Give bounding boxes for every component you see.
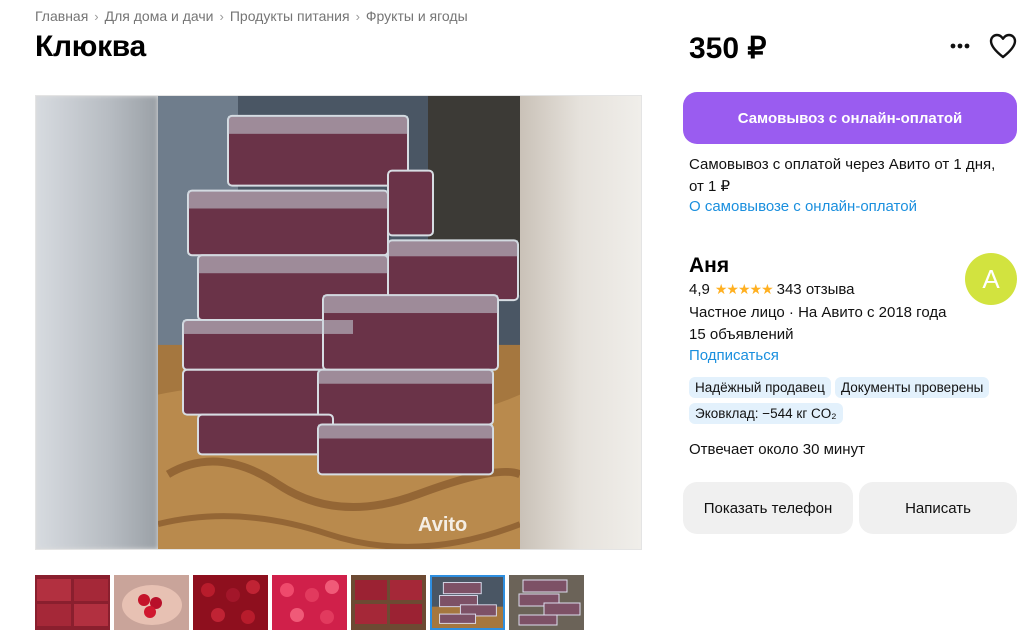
seller-name[interactable]: Аня <box>689 254 729 278</box>
more-dots-icon[interactable] <box>946 34 974 58</box>
reviews-link[interactable]: 343 отзыва <box>777 281 855 298</box>
star-icons: ★★★★★ <box>714 281 774 297</box>
gallery-blur-left <box>36 96 158 549</box>
gallery-blur-right <box>519 96 641 549</box>
breadcrumb-home[interactable]: Главная <box>35 8 88 24</box>
seller-info: Частное лицо · На Авито с 2018 года 15 о… <box>689 302 946 346</box>
subscribe-link[interactable]: Подписаться <box>689 347 779 364</box>
thumbnail-strip <box>35 575 584 630</box>
online-pickup-button[interactable]: Самовывоз с онлайн-оплатой <box>683 92 1017 144</box>
thumbnail[interactable] <box>351 575 426 630</box>
breadcrumb-fruits[interactable]: Фрукты и ягоды <box>366 8 468 24</box>
thumbnail[interactable] <box>35 575 110 630</box>
breadcrumb-food[interactable]: Продукты питания <box>230 8 350 24</box>
response-time: Отвечает около 30 минут <box>689 441 865 458</box>
breadcrumb-separator: › <box>355 8 360 24</box>
thumbnail[interactable] <box>114 575 189 630</box>
thumbnail[interactable] <box>509 575 584 630</box>
show-phone-button[interactable]: Показать телефон <box>683 482 853 534</box>
thumbnail[interactable] <box>193 575 268 630</box>
thumbnail[interactable] <box>272 575 347 630</box>
heart-icon[interactable] <box>988 32 1018 60</box>
photo-gallery[interactable]: Avito <box>35 95 642 550</box>
pickup-description: Самовывоз с оплатой через Авито от 1 дня… <box>689 156 996 195</box>
breadcrumb-home-garden[interactable]: Для дома и дачи <box>105 8 214 24</box>
rating-value: 4,9 <box>689 281 710 298</box>
seller-type: Частное лицо · На Авито с 2018 года <box>689 304 947 321</box>
badge-eco-contribution[interactable]: Эковклад: −544 кг CO₂ <box>689 403 843 424</box>
thumbnail-active[interactable] <box>430 575 505 630</box>
breadcrumb-separator: › <box>94 8 99 24</box>
badge-documents-verified[interactable]: Документы проверены <box>835 377 990 398</box>
breadcrumb: Главная › Для дома и дачи › Продукты пит… <box>35 8 468 24</box>
main-product-photo[interactable] <box>158 96 520 549</box>
price: 350 ₽ <box>689 32 767 65</box>
seller-rating: 4,9 ★★★★★ 343 отзыва <box>689 281 855 298</box>
page-title: Клюква <box>35 30 146 63</box>
badge-reliable-seller[interactable]: Надёжный продавец <box>689 377 831 398</box>
breadcrumb-separator: › <box>219 8 224 24</box>
avito-watermark: Avito <box>418 514 468 536</box>
avatar[interactable]: А <box>965 253 1017 305</box>
seller-listings[interactable]: 15 объявлений <box>689 324 946 346</box>
write-message-button[interactable]: Написать <box>859 482 1017 534</box>
pickup-info-link[interactable]: О самовывозе с онлайн-оплатой <box>689 198 917 215</box>
